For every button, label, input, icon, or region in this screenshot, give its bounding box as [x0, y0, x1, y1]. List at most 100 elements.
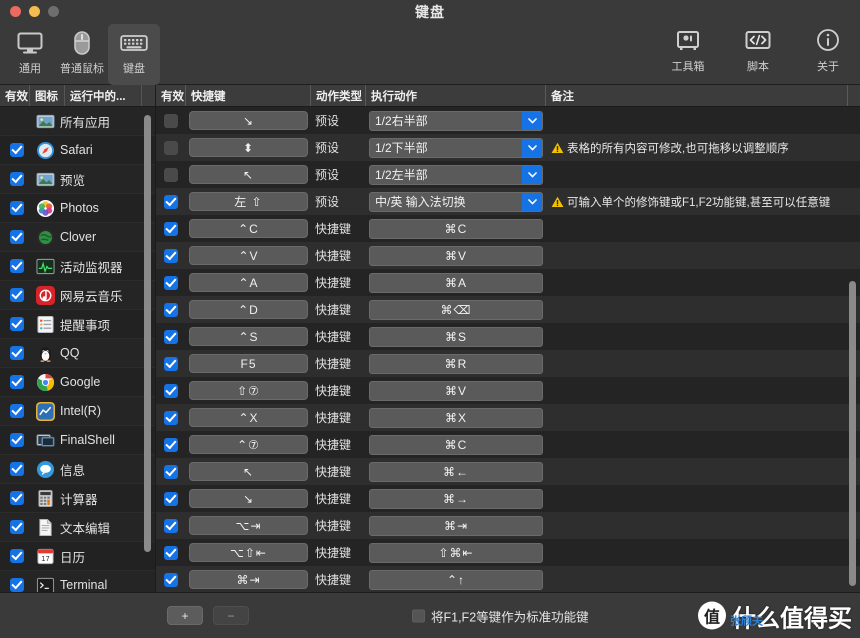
checkbox[interactable] — [164, 383, 178, 398]
app-list-item[interactable]: 所有应用 — [0, 107, 155, 136]
row-enabled-checkbox[interactable] — [156, 323, 186, 350]
action-cell[interactable]: ⇧⌘⇤ — [366, 539, 546, 566]
tab-keyboard[interactable]: 键盘 — [108, 24, 160, 85]
action-cell[interactable]: ⌘C — [366, 215, 546, 242]
row-enabled-checkbox[interactable] — [156, 458, 186, 485]
action-field[interactable]: ⌘← — [369, 461, 543, 482]
app-enabled-checkbox[interactable] — [4, 404, 30, 418]
app-list[interactable]: 所有应用 Safari 预览 Photos Clover 活动监视器 网易云音乐 提醒事项… — [0, 107, 155, 592]
action-cell[interactable]: ⌘← — [366, 458, 546, 485]
app-list-item[interactable]: 活动监视器 — [0, 252, 155, 281]
action-cell[interactable]: ⌘A — [366, 269, 546, 296]
app-list-item[interactable]: 文本编辑 — [0, 513, 155, 542]
note-cell[interactable] — [546, 404, 860, 431]
shortcut-key-field[interactable]: ⌃C — [189, 219, 308, 238]
table-row[interactable]: ⬍ 预设 1/2下半部 表格的所有内容可修改,也可拖移以调整顺序 — [156, 134, 860, 161]
shortcut-key-field[interactable]: 左 ⇧ — [189, 192, 308, 211]
row-enabled-checkbox[interactable] — [156, 269, 186, 296]
action-field[interactable]: ⌃↑ — [369, 569, 543, 590]
table-row[interactable]: ⌃A 快捷键 ⌘A — [156, 269, 860, 296]
table-row[interactable]: ⌃⑦ 快捷键 ⌘C — [156, 431, 860, 458]
action-cell[interactable]: ⌘⌫ — [366, 296, 546, 323]
app-list-item[interactable]: 17 日历 — [0, 542, 155, 571]
action-cell[interactable]: ⌘V — [366, 377, 546, 404]
action-cell[interactable]: ⌘R — [366, 350, 546, 377]
action-type-label[interactable]: 快捷键 — [311, 512, 366, 539]
note-cell[interactable] — [546, 107, 860, 134]
note-cell[interactable] — [546, 431, 860, 458]
checkbox[interactable] — [10, 288, 24, 302]
note-cell[interactable] — [546, 215, 860, 242]
checkbox[interactable] — [164, 437, 178, 452]
shortcut-key-field[interactable]: ↖ — [189, 462, 308, 481]
action-cell[interactable]: ⌘⇥ — [366, 512, 546, 539]
chevron-down-icon[interactable] — [522, 138, 542, 157]
action-cell[interactable]: ⌘S — [366, 323, 546, 350]
shortcut-key-cell[interactable]: ⬍ — [186, 134, 311, 161]
tab-general[interactable]: 通用 — [4, 24, 56, 85]
action-type-label[interactable]: 预设 — [311, 134, 366, 161]
checkbox[interactable] — [164, 518, 178, 533]
note-cell[interactable] — [546, 377, 860, 404]
action-select[interactable]: 1/2下半部 — [369, 137, 543, 158]
shortcut-key-field[interactable]: ↘ — [189, 111, 308, 130]
shortcut-key-cell[interactable]: ⌃⑦ — [186, 431, 311, 458]
note-cell[interactable] — [546, 161, 860, 188]
note-cell[interactable]: 可输入单个的修饰键或F1,F2功能键,甚至可以任意键 — [546, 188, 860, 215]
chevron-down-icon[interactable] — [522, 111, 542, 130]
about-button[interactable]: 关于 — [802, 26, 854, 74]
action-field[interactable]: ⌘→ — [369, 488, 543, 509]
checkbox[interactable] — [10, 433, 24, 447]
checkbox[interactable] — [10, 491, 24, 505]
note-cell[interactable] — [546, 323, 860, 350]
action-cell[interactable]: 1/2左半部 — [366, 161, 546, 188]
action-field[interactable]: ⌘⌫ — [369, 299, 543, 320]
app-list-item[interactable]: 网易云音乐 — [0, 281, 155, 310]
shortcut-key-cell[interactable]: 左 ⇧ — [186, 188, 311, 215]
row-enabled-checkbox[interactable] — [156, 512, 186, 539]
action-type-label[interactable]: 快捷键 — [311, 458, 366, 485]
action-type-label[interactable]: 快捷键 — [311, 485, 366, 512]
action-field[interactable]: ⌘X — [369, 407, 543, 428]
app-list-item[interactable]: Terminal — [0, 571, 155, 592]
action-cell[interactable]: 中/英 输入法切换 — [366, 188, 546, 215]
action-type-label[interactable]: 快捷键 — [311, 539, 366, 566]
app-enabled-checkbox[interactable] — [4, 288, 30, 302]
app-list-scrollbar[interactable] — [142, 109, 153, 590]
checkbox[interactable] — [164, 356, 178, 371]
app-enabled-checkbox[interactable] — [4, 491, 30, 505]
checkbox[interactable] — [164, 221, 178, 236]
table-row[interactable]: ⌃C 快捷键 ⌘C — [156, 215, 860, 242]
checkbox[interactable] — [10, 259, 24, 273]
action-type-label[interactable]: 快捷键 — [311, 296, 366, 323]
checkbox[interactable] — [164, 140, 178, 155]
checkbox[interactable] — [10, 143, 24, 157]
action-field[interactable]: ⌘C — [369, 218, 543, 239]
action-type-label[interactable]: 快捷键 — [311, 323, 366, 350]
checkbox[interactable] — [164, 491, 178, 506]
checkbox[interactable] — [164, 572, 178, 587]
app-enabled-checkbox[interactable] — [4, 520, 30, 534]
shortcut-key-field[interactable]: ⌃D — [189, 300, 308, 319]
app-enabled-checkbox[interactable] — [4, 143, 30, 157]
table-row[interactable]: ⌥⇥ 快捷键 ⌘⇥ — [156, 512, 860, 539]
table-scrollbar[interactable] — [847, 109, 858, 590]
note-cell[interactable] — [546, 539, 860, 566]
note-cell[interactable] — [546, 296, 860, 323]
action-field[interactable]: ⌘V — [369, 380, 543, 401]
shortcut-key-field[interactable]: F5 — [189, 354, 308, 373]
table-row[interactable]: F5 快捷键 ⌘R — [156, 350, 860, 377]
fn-keys-checkbox[interactable] — [412, 609, 425, 622]
fn-keys-option[interactable]: 将F1,F2等键作为标准功能键 — [412, 606, 589, 625]
action-field[interactable]: ⌘⇥ — [369, 515, 543, 536]
action-select[interactable]: 中/英 输入法切换 — [369, 191, 543, 212]
action-field[interactable]: ⌘A — [369, 272, 543, 293]
app-enabled-checkbox[interactable] — [4, 346, 30, 360]
shortcut-key-cell[interactable]: ⌃C — [186, 215, 311, 242]
action-type-label[interactable]: 快捷键 — [311, 566, 366, 592]
app-list-item[interactable]: FinalShell — [0, 426, 155, 455]
note-cell[interactable] — [546, 512, 860, 539]
table-row[interactable]: ↘ 快捷键 ⌘→ — [156, 485, 860, 512]
app-enabled-checkbox[interactable] — [4, 259, 30, 273]
shortcut-key-field[interactable]: ⬍ — [189, 138, 308, 157]
